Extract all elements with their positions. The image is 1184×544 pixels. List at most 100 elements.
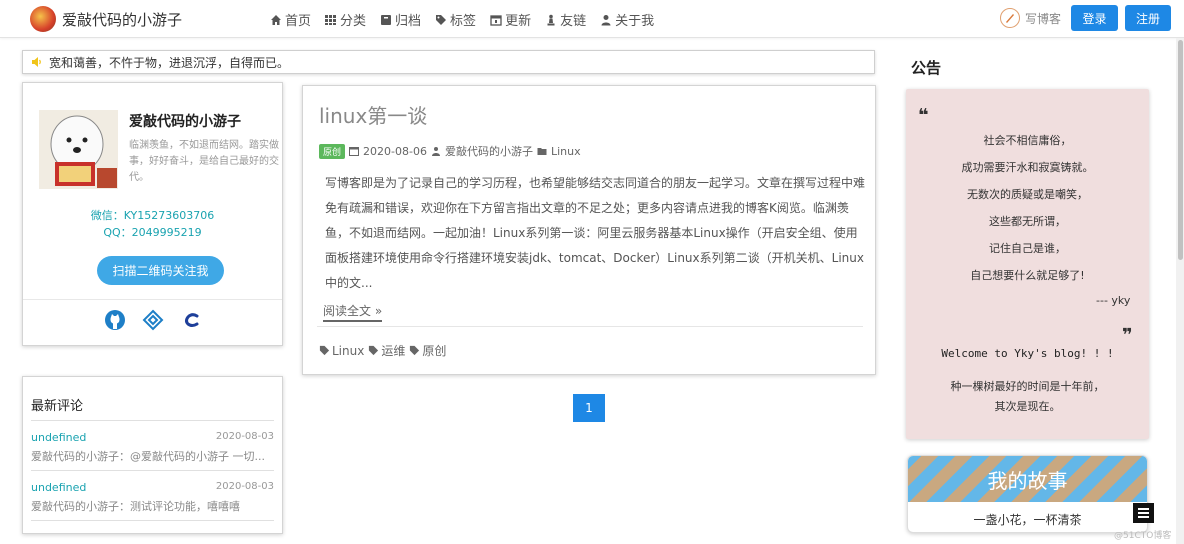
pagination-page-button[interactable]: 1 — [573, 394, 605, 422]
article-author[interactable]: 爱敲代码的小游子 — [445, 143, 533, 159]
article-card: linux第一谈 原创 2020-08-06 爱敲代码的小游子 Linux 写博… — [302, 85, 876, 375]
scrollbar-thumb[interactable] — [1178, 40, 1183, 260]
poem-signature: --- yky — [1096, 294, 1131, 307]
login-button[interactable]: 登录 — [1071, 5, 1118, 31]
tag-link[interactable]: 运维 — [368, 342, 405, 359]
latest-comments-card: 最新评论 undefined 2020-08-03 爱敲代码的小游子：@爱敲代码… — [22, 376, 283, 534]
article-category[interactable]: Linux — [551, 145, 581, 158]
poem-line: 社会不相信庸俗， — [983, 134, 1072, 147]
nav-archive[interactable]: 归档 — [380, 10, 421, 29]
original-badge: 原创 — [319, 143, 346, 159]
divider — [317, 326, 863, 327]
menu-icon[interactable] — [1133, 503, 1154, 523]
nav-about[interactable]: 关于我 — [600, 10, 654, 29]
comment-text[interactable]: 爱敲代码的小游子：@爱敲代码的小游子 一切... — [31, 448, 274, 464]
announcement-title: 公告 — [911, 59, 942, 77]
archive-icon — [381, 14, 392, 25]
nav-label: 友链 — [560, 14, 587, 29]
site-logo-avatar[interactable] — [30, 6, 56, 32]
calendar-icon — [490, 14, 502, 26]
home-icon — [271, 14, 281, 25]
article-excerpt: 写博客即是为了记录自己的学习历程，也希望能够结交志同道合的朋友一起学习。文章在撰… — [325, 176, 866, 290]
comment-user[interactable]: undefined — [31, 481, 86, 494]
csdn-icon[interactable] — [180, 309, 202, 331]
comments-title: 最新评论 — [31, 395, 274, 421]
tag-icon — [319, 345, 330, 356]
volume-icon — [32, 57, 41, 67]
tag-label: Linux — [332, 343, 365, 358]
user-icon — [431, 147, 440, 156]
tag-label: 原创 — [422, 344, 447, 358]
read-more-link[interactable]: 阅读全文 » — [323, 302, 383, 322]
divider — [23, 299, 282, 300]
nav-updates[interactable]: 更新 — [490, 10, 531, 29]
article-tags: Linux 运维 原创 — [319, 342, 446, 359]
site-brand[interactable]: 爱敲代码的小游子 — [62, 9, 182, 30]
profile-name: 爱敲代码的小游子 — [129, 114, 241, 130]
notice-text: 宽和蔼善，不忤于物，进退沉浮，自得而已。 — [49, 55, 290, 70]
nav-friend-links[interactable]: 友链 — [545, 10, 586, 29]
notice-bar: 宽和蔼善，不忤于物，进退沉浮，自得而已。 — [22, 50, 875, 74]
wechat-contact: 微信：KY15273603706 — [90, 209, 215, 222]
comment-text[interactable]: 爱敲代码的小游子：测试评论功能，嘻嘻嘻 — [31, 498, 274, 514]
folder-icon — [537, 148, 547, 155]
welcome-text: Welcome to Yky's blog! ! ! — [941, 347, 1114, 360]
calendar-icon — [349, 147, 360, 156]
write-blog-link[interactable]: 写博客 — [1000, 8, 1061, 28]
nav-label: 首页 — [285, 14, 312, 29]
nav-label: 关于我 — [615, 14, 655, 29]
poem-line: 记住自己是谁， — [989, 242, 1066, 255]
poem-line: 无数次的质疑或是嘲笑， — [967, 188, 1088, 201]
github-icon[interactable] — [104, 309, 126, 331]
comment-date: 2020-08-03 — [215, 431, 274, 442]
scan-qrcode-button[interactable]: 扫描二维码关注我 — [97, 256, 224, 285]
codepen-icon[interactable] — [142, 309, 164, 331]
top-navbar: 爱敲代码的小游子 首页 分类 归档 标签 更新 友链 关于我 写博客 登录 注册 — [0, 0, 1184, 38]
chess-icon — [547, 14, 555, 25]
tag-label: 运维 — [381, 344, 406, 358]
article-meta: 原创 2020-08-06 爱敲代码的小游子 Linux — [319, 143, 581, 159]
quote-open-icon: ❝ — [918, 105, 929, 126]
welcome-line: 种一棵树最好的时间是十年前， — [950, 380, 1105, 393]
nav-home[interactable]: 首页 — [270, 10, 311, 29]
tag-icon — [369, 345, 379, 356]
nav-categories[interactable]: 分类 — [325, 10, 366, 29]
watermark: @51CTO博客 — [1114, 531, 1172, 541]
comment-item[interactable]: undefined 2020-08-03 爱敲代码的小游子：@爱敲代码的小游子 … — [31, 421, 274, 471]
register-button[interactable]: 注册 — [1125, 5, 1171, 31]
comment-item[interactable]: undefined 2020-08-03 爱敲代码的小游子：测试评论功能，嘻嘻嘻 — [31, 471, 274, 521]
tag-link[interactable]: 原创 — [409, 342, 446, 359]
nav-tags[interactable]: 标签 — [435, 10, 476, 29]
profile-avatar — [39, 110, 118, 189]
user-icon — [601, 14, 611, 25]
nav-label: 分类 — [340, 14, 367, 29]
announcement-card: ❝ 社会不相信庸俗， 成功需要汗水和寂寞铸就。 无数次的质疑或是嘲笑， 这些都无… — [906, 89, 1149, 439]
story-subtitle: 一盏小花，一杯清茶 — [973, 513, 1082, 527]
comment-date: 2020-08-03 — [215, 481, 274, 492]
tag-link[interactable]: Linux — [319, 342, 364, 359]
nav-label: 更新 — [505, 14, 532, 29]
qq-contact: QQ：2049995219 — [103, 226, 202, 239]
nav-label: 标签 — [450, 14, 477, 29]
poem-line: 自己想要什么就足够了! — [970, 269, 1085, 282]
poem-line: 这些都无所谓， — [989, 215, 1066, 228]
welcome-line: 其次是现在。 — [994, 400, 1061, 413]
profile-card: 爱敲代码的小游子 临渊羡鱼，不如退而结网。踏实做事，好好奋斗，是给自己最好的交代… — [22, 82, 283, 346]
poem-line: 成功需要汗水和寂寞铸就。 — [961, 161, 1094, 174]
article-title[interactable]: linux第一谈 — [319, 100, 427, 129]
tags-icon — [436, 14, 447, 25]
comment-user[interactable]: undefined — [31, 431, 86, 444]
profile-description: 临渊羡鱼，不如退而结网。踏实做事，好好奋斗，是给自己最好的交代。 — [129, 140, 279, 183]
tag-icon — [410, 345, 420, 356]
welcome-subtext: 种一棵树最好的时间是十年前， 其次是现在。 — [906, 377, 1149, 417]
social-links — [23, 309, 282, 331]
story-banner: 我的故事 — [908, 456, 1147, 502]
write-blog-label: 写博客 — [1025, 11, 1062, 26]
quote-close-icon: ❞ — [1122, 325, 1133, 346]
main-nav: 首页 分类 归档 标签 更新 友链 关于我 — [270, 10, 654, 29]
grid-icon — [325, 14, 337, 25]
my-story-card[interactable]: 我的故事 一盏小花，一杯清茶 — [907, 455, 1148, 533]
article-date: 2020-08-06 — [363, 144, 427, 158]
nav-label: 归档 — [395, 14, 422, 29]
announcement-poem: 社会不相信庸俗， 成功需要汗水和寂寞铸就。 无数次的质疑或是嘲笑， 这些都无所谓… — [906, 127, 1149, 289]
